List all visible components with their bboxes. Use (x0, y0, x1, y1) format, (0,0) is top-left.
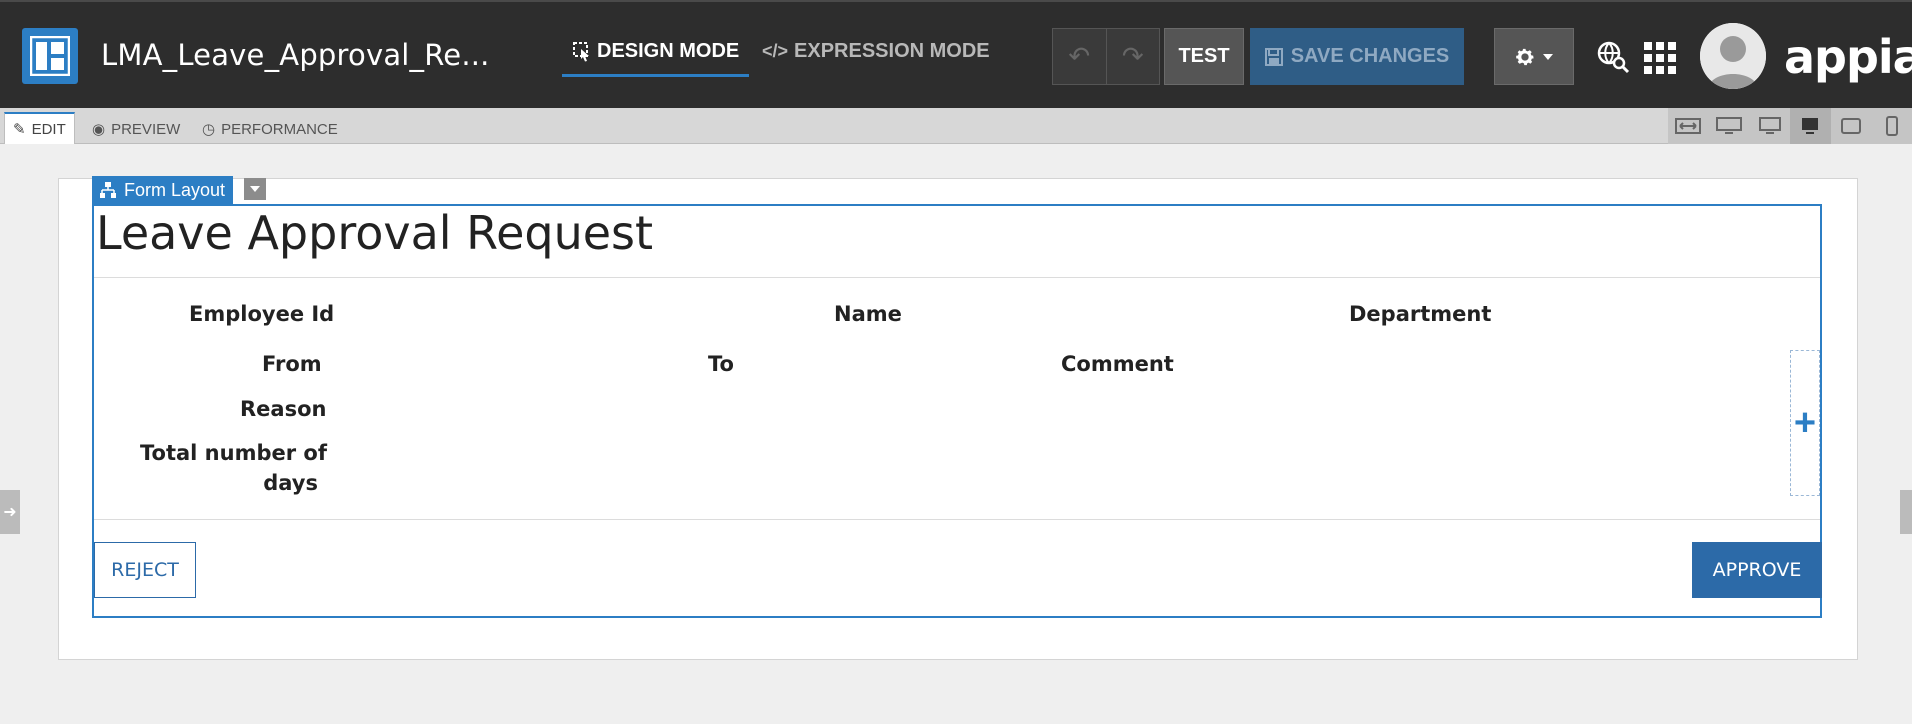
arrow-right-icon: ➜ (3, 504, 17, 521)
eye-icon: ◉ (92, 121, 106, 138)
name-label: Name (834, 302, 902, 326)
caret-down-icon (250, 186, 260, 192)
editor-tab-bar: ✎ EDIT ◉ PREVIEW ◷ PERFORMANCE (0, 108, 1912, 144)
from-label: From (262, 352, 322, 376)
app-title: LMA_Leave_Approval_Re... (101, 38, 490, 72)
form-layout[interactable] (92, 204, 1822, 618)
pointer-icon (573, 41, 589, 61)
chevron-down-icon (1543, 53, 1553, 60)
total-days-label-line2: days (263, 471, 318, 495)
left-panel-toggle[interactable]: ➜ (0, 490, 20, 534)
phone-button[interactable] (1871, 108, 1912, 144)
tablet-landscape-button[interactable] (1831, 108, 1872, 144)
save-changes-label: SAVE CHANGES (1290, 45, 1450, 67)
fit-width-button[interactable] (1668, 108, 1709, 144)
employee-id-label: Employee Id (189, 302, 335, 326)
tab-edit-label: EDIT (31, 120, 66, 138)
redo-icon: ↷ (1121, 41, 1144, 71)
form-layout-label: Form Layout (124, 179, 226, 200)
tab-edit[interactable]: ✎ EDIT (4, 112, 75, 144)
undo-redo-group: ↶ ↷ (1052, 28, 1160, 85)
user-avatar[interactable] (1700, 23, 1766, 89)
laptop-button[interactable] (1790, 108, 1831, 144)
plus-icon: + (1793, 401, 1817, 444)
title-divider (94, 277, 1820, 278)
tab-performance[interactable]: ◷ PERFORMANCE (202, 114, 338, 144)
settings-button[interactable] (1494, 28, 1574, 85)
desktop-button[interactable] (1749, 108, 1790, 144)
buttons-divider (94, 519, 1820, 520)
undo-button[interactable]: ↶ (1053, 29, 1107, 84)
comment-label: Comment (1061, 352, 1174, 376)
appian-logo: appian (1784, 30, 1912, 84)
department-label: Department (1349, 302, 1492, 326)
save-icon (1264, 47, 1283, 66)
wide-desktop-button[interactable] (1709, 108, 1750, 144)
fit-width-icon (1675, 118, 1702, 134)
globe-search-icon[interactable] (1596, 40, 1630, 79)
design-mode-tab[interactable]: DESIGN MODE (573, 40, 739, 63)
design-mode-label: DESIGN MODE (597, 40, 740, 62)
tab-performance-label: PERFORMANCE (221, 120, 338, 138)
approve-button[interactable]: APPROVE (1692, 542, 1822, 598)
add-column-button[interactable]: + (1790, 350, 1820, 496)
to-label: To (708, 352, 734, 376)
form-layout-menu-button[interactable] (244, 178, 266, 200)
monitor-icon (1716, 117, 1742, 134)
total-days-label-line1: Total number of (140, 441, 327, 465)
gear-icon (1516, 48, 1534, 65)
redo-button[interactable]: ↷ (1107, 29, 1160, 84)
clock-icon: ◷ (202, 121, 216, 138)
form-layout-tag[interactable]: Form Layout (92, 176, 234, 204)
interface-designer-icon (22, 28, 78, 84)
tab-preview[interactable]: ◉ PREVIEW (92, 114, 180, 144)
device-preview-bar (1668, 108, 1912, 144)
undo-icon: ↶ (1068, 41, 1091, 71)
laptop-icon (1802, 118, 1819, 134)
reject-button[interactable]: REJECT (94, 542, 196, 598)
expression-mode-tab[interactable]: </> EXPRESSION MODE (762, 40, 990, 63)
code-icon: </> (762, 41, 789, 61)
phone-icon (1885, 116, 1898, 136)
app-launcher-icon[interactable] (1644, 42, 1676, 79)
expression-mode-label: EXPRESSION MODE (794, 40, 990, 62)
test-button[interactable]: TEST (1164, 28, 1244, 85)
top-bar: LMA_Leave_Approval_Re... DESIGN MODE </>… (0, 0, 1912, 108)
tab-preview-label: PREVIEW (111, 120, 181, 138)
hierarchy-icon (100, 182, 116, 198)
save-changes-button[interactable]: SAVE CHANGES (1250, 28, 1464, 85)
active-mode-indicator (562, 74, 749, 77)
edit-icon: ✎ (13, 121, 26, 138)
monitor-icon (1758, 117, 1781, 134)
right-panel-toggle[interactable] (1900, 490, 1912, 534)
reason-label: Reason (240, 397, 327, 421)
tablet-icon (1841, 118, 1862, 134)
form-title: Leave Approval Request (96, 206, 654, 260)
